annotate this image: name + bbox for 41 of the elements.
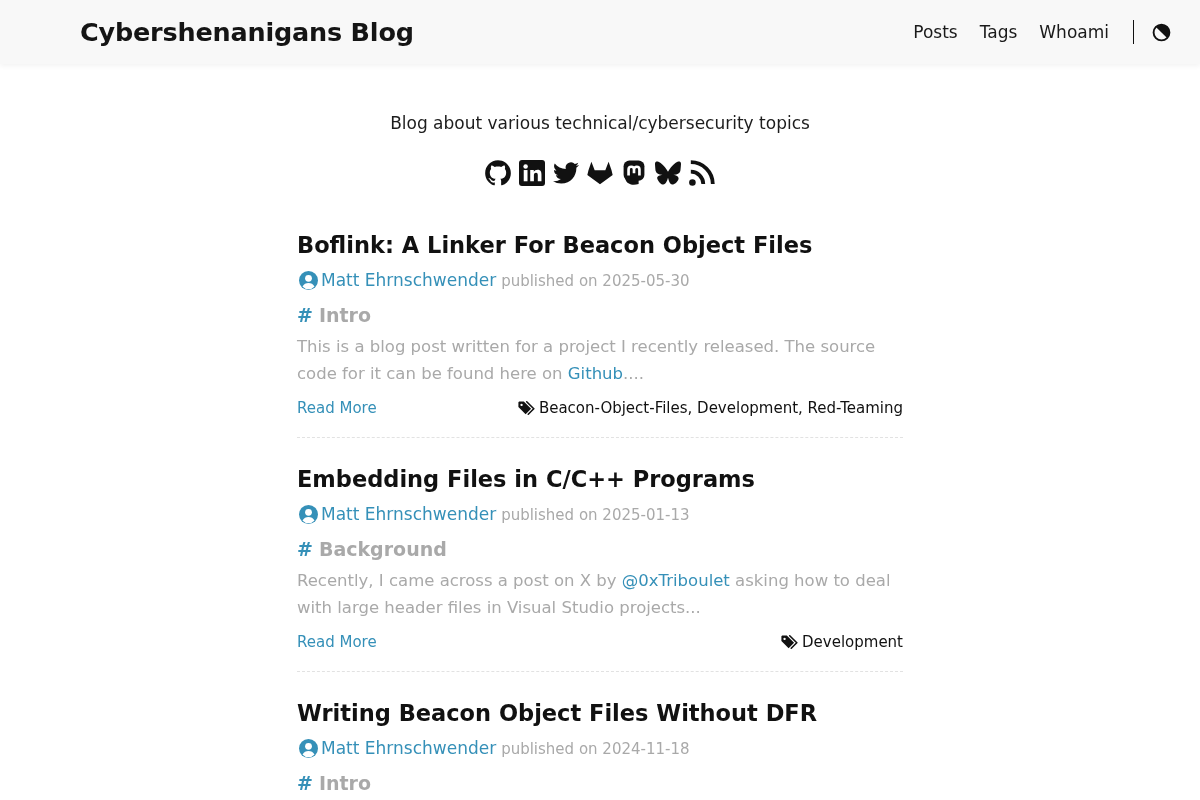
tags-icon [517,401,535,415]
read-more-link[interactable]: Read More [297,399,377,417]
tag-links[interactable]: Development [802,633,903,651]
post-excerpt: This is a blog post written for a project I recently released. The source code for it can be found here on Github.... [297,336,877,385]
linkedin-icon[interactable] [519,160,545,186]
tags-icon [781,635,798,649]
post-excerpt: Recently, I came across a post on X by @0xTriboulet asking how to deal with large header files in Visual Studio projects... [297,570,892,619]
tagline: Blog about various technical/cybersecurity topics [389,112,811,135]
publish-date: published on 2024-11-18 [501,740,690,758]
site-title-link[interactable]: Cybershenanigans Blog [80,17,414,47]
contrast-icon[interactable] [1152,22,1171,42]
twitter-bird-icon[interactable] [553,160,579,186]
heading-anchor-link[interactable]: # [297,770,313,796]
nav-link[interactable]: Whoami [1039,22,1109,42]
user-circle-icon [299,738,318,758]
post-title-link[interactable]: Boflink: A Linker For Beacon Object Files [297,229,903,261]
mastodon-icon[interactable] [621,160,647,186]
section-heading: Background [318,537,447,562]
post-title-link[interactable]: Embedding Files in C/C++ Programs [297,463,903,495]
nav-link[interactable]: Tags [979,22,1018,42]
excerpt-link[interactable]: Github [567,364,624,383]
heading-anchor-link[interactable]: # [297,302,313,328]
user-circle-icon [299,504,318,524]
butterfly-icon[interactable] [655,160,681,186]
post-title-link[interactable]: Writing Beacon Object Files Without DFR [297,697,903,729]
author-link[interactable]: Matt Ehrnschwender [321,270,497,290]
section-heading: Intro [318,771,372,796]
section-heading: Intro [318,303,372,328]
author-link[interactable]: Matt Ehrnschwender [321,738,497,758]
nav-link[interactable]: Posts [913,22,958,42]
user-circle-icon [299,270,318,290]
excerpt-link[interactable]: @0xTriboulet [621,571,730,590]
github-icon[interactable] [485,160,511,186]
publish-date: published on 2025-05-30 [501,272,690,290]
author-link[interactable]: Matt Ehrnschwender [321,504,497,524]
rss-icon[interactable] [689,160,715,186]
read-more-link[interactable]: Read More [297,633,377,651]
publish-date: published on 2025-01-13 [501,506,690,524]
heading-anchor-link[interactable]: # [297,536,313,562]
fox-head-icon[interactable] [587,160,613,186]
tag-links[interactable]: Beacon-Object-Files, Development, Red-Teaming [538,399,903,417]
